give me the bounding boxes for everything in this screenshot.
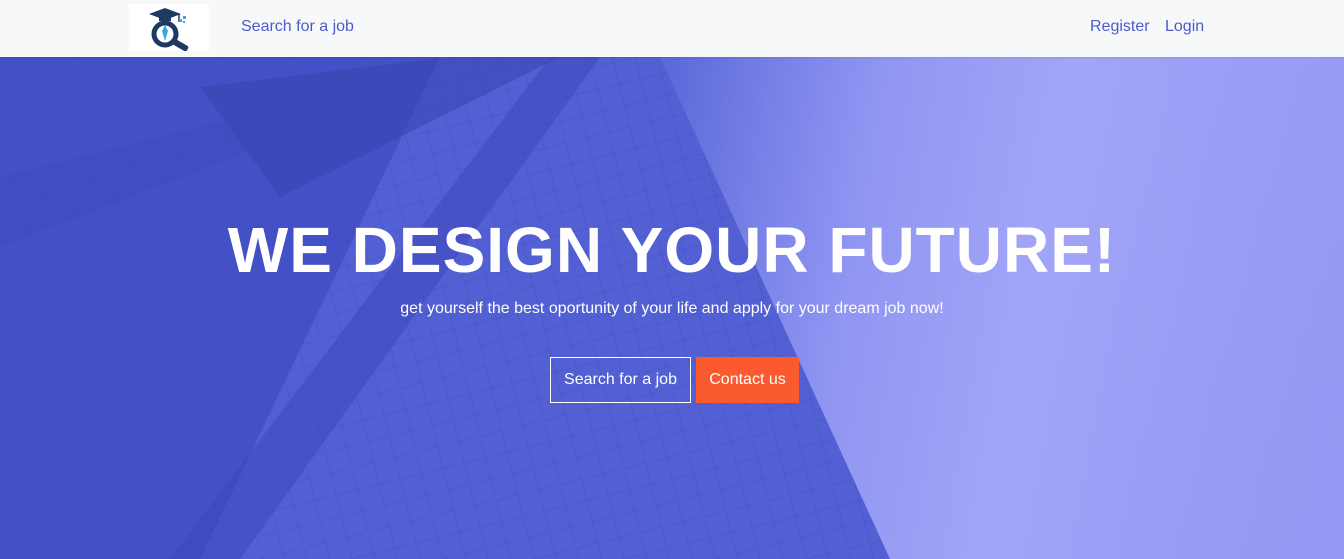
hero-section: WE DESIGN YOUR FUTURE! get yourself the … [0, 57, 1344, 559]
nav-search-job-link[interactable]: Search for a job [241, 17, 354, 37]
nav-register-link[interactable]: Register [1090, 17, 1150, 37]
hero-headline: WE DESIGN YOUR FUTURE! [227, 214, 1117, 286]
search-job-button[interactable]: Search for a job [550, 357, 691, 403]
contact-us-button[interactable]: Contact us [696, 357, 799, 403]
hero-subtitle: get yourself the best oportunity of your… [400, 300, 944, 317]
navbar: Search for a job Register Login [0, 0, 1344, 57]
nav-login-link[interactable]: Login [1165, 17, 1204, 37]
site-logo[interactable] [129, 4, 209, 51]
graduate-magnifier-logo-icon [149, 7, 189, 51]
